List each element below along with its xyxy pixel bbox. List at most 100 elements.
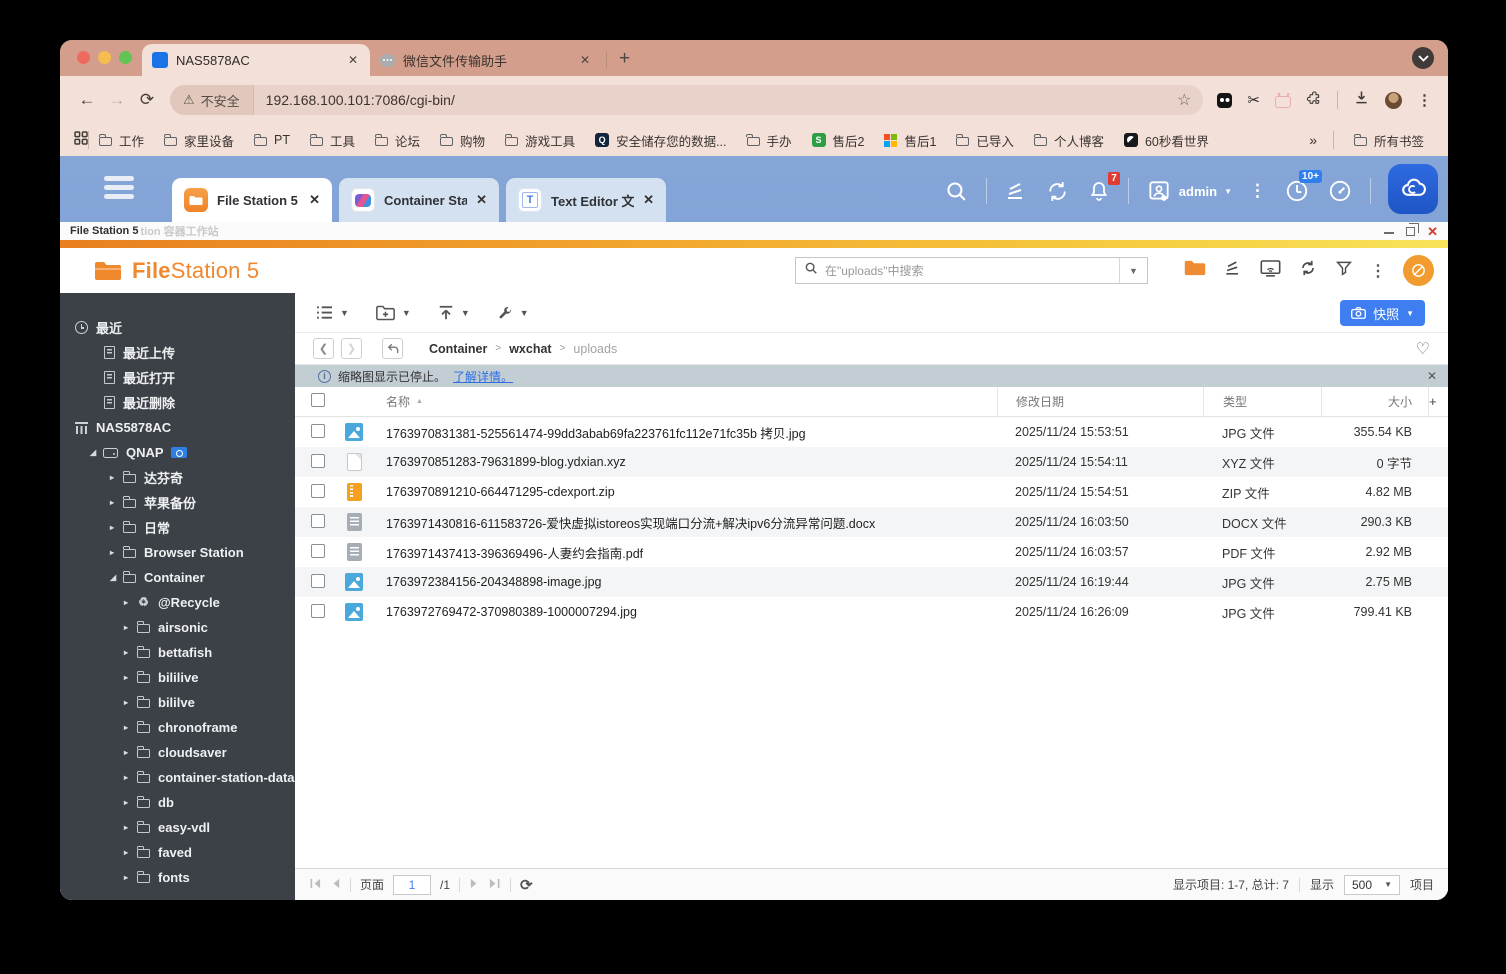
sidebar-item-cloudsaver[interactable]: ▸ cloudsaver: [60, 740, 295, 765]
table-row[interactable]: 1763972769472-370980389-1000007294.jpg 2…: [295, 597, 1448, 627]
more-actions-icon[interactable]: ⋮: [1370, 261, 1386, 281]
expand-arrow-icon[interactable]: ▸: [124, 873, 137, 882]
global-search-icon[interactable]: [944, 179, 969, 204]
column-type[interactable]: 类型: [1203, 386, 1321, 417]
browser-tab-nas[interactable]: NAS5878AC ✕: [142, 44, 370, 76]
next-page-button[interactable]: [469, 878, 480, 892]
row-checkbox[interactable]: [311, 483, 325, 498]
bookmark-item[interactable]: 工具: [300, 131, 365, 150]
resource-monitor-icon[interactable]: 10+: [1284, 170, 1322, 204]
sidebar-item-airsonic[interactable]: ▸ airsonic: [60, 615, 295, 640]
media-cast-icon[interactable]: [1260, 259, 1281, 282]
tab-search-chevron-icon[interactable]: [1412, 47, 1434, 69]
bookmark-item[interactable]: 60秒看世界: [1114, 131, 1219, 150]
user-menu[interactable]: admin ▼: [1146, 178, 1232, 204]
favorite-heart-icon[interactable]: ♡: [1416, 339, 1430, 359]
reload-icon[interactable]: ⟳: [132, 90, 162, 110]
page-number-input[interactable]: [393, 874, 432, 895]
bookmark-item[interactable]: PT: [244, 133, 300, 147]
bookmark-item[interactable]: 家里设备: [154, 131, 244, 150]
column-date[interactable]: 修改日期: [997, 386, 1203, 417]
expand-arrow-icon[interactable]: ▸: [124, 848, 137, 857]
table-row[interactable]: 1763971430816-611583726-爱快虚拟istoreos实现端口…: [295, 507, 1448, 537]
close-window-button[interactable]: [77, 51, 90, 64]
qnap-tab-text-editor[interactable]: T Text Editor 文... ✕: [506, 178, 666, 222]
expand-arrow-icon[interactable]: ▸: [110, 473, 123, 482]
minimize-icon[interactable]: [1384, 232, 1395, 234]
breadcrumb-segment[interactable]: wxchat: [509, 342, 551, 356]
expand-arrow-icon[interactable]: ▸: [124, 748, 137, 757]
row-checkbox[interactable]: [311, 543, 325, 558]
close-tab-icon[interactable]: ✕: [346, 53, 360, 67]
column-size[interactable]: 大小: [1321, 386, 1428, 417]
row-checkbox[interactable]: [311, 423, 325, 438]
security-chip[interactable]: ⚠ 不安全: [170, 85, 254, 115]
sidebar-item-container-station-data[interactable]: ▸ container-station-data: [60, 765, 295, 790]
minimize-window-button[interactable]: [98, 51, 111, 64]
profile-avatar[interactable]: [1385, 91, 1402, 109]
qsync-status-icon[interactable]: [1403, 255, 1434, 286]
expand-arrow-icon[interactable]: ▸: [110, 498, 123, 507]
qnap-tab-container-station[interactable]: Container Sta... ✕: [339, 178, 499, 222]
extensions-puzzle-icon[interactable]: [1306, 90, 1322, 111]
back-icon[interactable]: ←: [72, 90, 102, 110]
background-task-icon[interactable]: [1223, 258, 1243, 283]
file-name[interactable]: 1763972384156-204348898-image.jpg: [386, 575, 601, 589]
sidebar-item-fonts[interactable]: ▸ fonts: [60, 865, 295, 890]
expand-arrow-icon[interactable]: ▸: [124, 723, 137, 732]
row-checkbox[interactable]: [311, 513, 325, 528]
sidebar-item-bililive[interactable]: ▸ bililive: [60, 665, 295, 690]
restore-icon[interactable]: [1406, 223, 1420, 236]
bookmark-star-icon[interactable]: ☆: [1177, 90, 1191, 110]
history-forward-button[interactable]: ❯: [341, 338, 362, 359]
sidebar-item--[interactable]: 最近删除: [60, 390, 295, 415]
external-device-sync-icon[interactable]: [1045, 179, 1070, 204]
dashboard-gauge-icon[interactable]: [1327, 178, 1353, 204]
sidebar-item-container[interactable]: ◢ Container: [60, 565, 295, 590]
file-name[interactable]: 1763972769472-370980389-1000007294.jpg: [386, 605, 637, 619]
qnap-tab-filestation[interactable]: File Station 5 ✕: [172, 178, 332, 222]
go-up-button[interactable]: [382, 338, 403, 359]
file-name[interactable]: 1763970831381-525561474-99dd3abab69fa223…: [386, 423, 806, 442]
expand-arrow-icon[interactable]: ▸: [124, 648, 137, 657]
collapse-arrow-icon[interactable]: ◢: [110, 573, 123, 582]
remote-mount-icon[interactable]: [1184, 259, 1206, 282]
page-size-select[interactable]: 500 ▼: [1343, 874, 1400, 895]
sidebar-item-chronoframe[interactable]: ▸ chronoframe: [60, 715, 295, 740]
prev-page-button[interactable]: [330, 878, 341, 892]
browser-tab-wechat[interactable]: 微信文件传输助手 ✕: [370, 44, 602, 76]
sidebar-item-browser-station[interactable]: ▸ Browser Station: [60, 540, 295, 565]
sidebar-item-nas5878ac[interactable]: NAS5878AC: [60, 415, 295, 440]
table-row[interactable]: 1763970891210-664471295-cdexport.zip 202…: [295, 477, 1448, 507]
row-checkbox[interactable]: [311, 573, 325, 588]
expand-arrow-icon[interactable]: ▸: [124, 598, 137, 607]
breadcrumb-segment[interactable]: Container: [429, 342, 487, 356]
refresh-icon[interactable]: [1298, 258, 1318, 283]
sidebar-item-@recycle[interactable]: ▸ ♻ @Recycle: [60, 590, 295, 615]
expand-arrow-icon[interactable]: ▸: [124, 673, 137, 682]
bookmark-item[interactable]: 已导入: [946, 131, 1024, 150]
file-name[interactable]: 1763971437413-396369496-人妻约会指南.pdf: [386, 543, 643, 562]
filter-funnel-icon[interactable]: [1335, 259, 1353, 282]
file-name[interactable]: 1763970851283-79631899-blog.ydxian.xyz: [386, 455, 626, 469]
expand-arrow-icon[interactable]: ▸: [124, 623, 137, 632]
downloads-icon[interactable]: [1353, 89, 1370, 111]
more-options-icon[interactable]: ⋮: [1249, 181, 1267, 201]
bookmarks-overflow-chevron[interactable]: »: [1303, 132, 1323, 148]
all-bookmarks-button[interactable]: 所有书签: [1344, 131, 1434, 150]
sidebar-item--[interactable]: ▸ 日常: [60, 515, 295, 540]
expand-arrow-icon[interactable]: ▸: [124, 823, 137, 832]
expand-arrow-icon[interactable]: ▸: [124, 698, 137, 707]
collapse-arrow-icon[interactable]: ◢: [90, 448, 103, 457]
expand-arrow-icon[interactable]: ▸: [110, 548, 123, 557]
bookmark-item[interactable]: 游戏工具: [495, 131, 585, 150]
expand-arrow-icon[interactable]: ▸: [124, 773, 137, 782]
file-name[interactable]: 1763971430816-611583726-爱快虚拟istoreos实现端口…: [386, 513, 875, 532]
tools-wrench-button[interactable]: ▼: [497, 305, 529, 321]
main-menu-icon[interactable]: [104, 176, 134, 199]
window-title-bar[interactable]: File Station 5 tion 容器工作站 ✕: [60, 222, 1448, 240]
last-page-button[interactable]: [488, 878, 501, 892]
search-scope-dropdown[interactable]: ▼: [1119, 258, 1147, 283]
sidebar-item-bettafish[interactable]: ▸ bettafish: [60, 640, 295, 665]
sidebar-item-faved[interactable]: ▸ faved: [60, 840, 295, 865]
